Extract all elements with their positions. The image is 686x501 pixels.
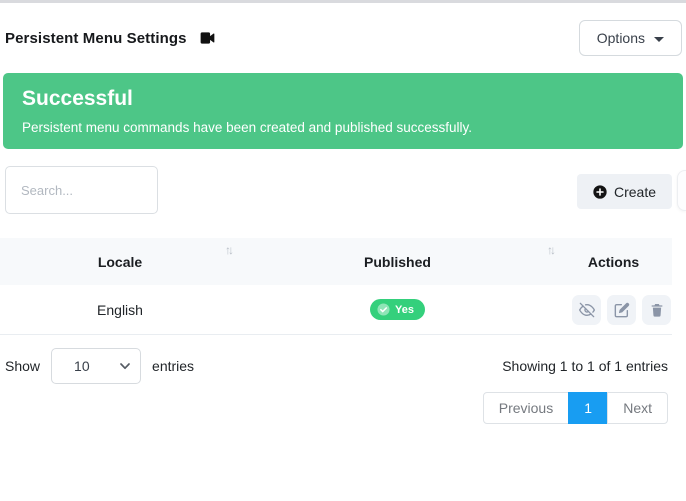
unpublish-button[interactable] bbox=[572, 295, 601, 325]
pencil-square-icon bbox=[614, 302, 630, 318]
table-row: English Yes bbox=[0, 285, 672, 335]
locales-table: Locale ↑↓ Published ↑↓ Actions English Y… bbox=[0, 238, 672, 335]
actions-cell bbox=[555, 295, 672, 325]
table-footer: Show 10 entries Showing 1 to 1 of 1 entr… bbox=[0, 347, 686, 384]
sort-icon: ↑↓ bbox=[225, 243, 231, 257]
options-button[interactable]: Options bbox=[579, 20, 682, 56]
table-toolbar: Create bbox=[0, 166, 686, 226]
published-badge-label: Yes bbox=[395, 304, 414, 316]
page-header: Persistent Menu Settings Options bbox=[0, 3, 686, 58]
previous-page-button[interactable]: Previous bbox=[483, 392, 569, 424]
pagination: Previous 1 Next bbox=[0, 392, 686, 424]
edit-button[interactable] bbox=[607, 295, 636, 325]
alert-message: Persistent menu commands have been creat… bbox=[22, 119, 664, 137]
column-header-actions: Actions bbox=[555, 238, 672, 285]
options-button-label: Options bbox=[597, 30, 645, 46]
plus-circle-icon bbox=[593, 185, 607, 199]
videocam-icon bbox=[198, 29, 216, 47]
entries-label: entries bbox=[152, 358, 194, 374]
published-badge: Yes bbox=[370, 299, 425, 320]
page-1-button[interactable]: 1 bbox=[568, 392, 608, 424]
next-page-button[interactable]: Next bbox=[607, 392, 668, 424]
eye-slash-icon bbox=[579, 302, 595, 318]
locale-cell: English bbox=[0, 302, 240, 318]
table-header-row: Locale ↑↓ Published ↑↓ Actions bbox=[0, 238, 672, 285]
create-button-label: Create bbox=[614, 184, 656, 200]
sort-icon: ↑↓ bbox=[547, 243, 553, 257]
page-size-select[interactable]: 10 bbox=[51, 348, 141, 384]
trash-icon bbox=[649, 302, 665, 318]
results-summary: Showing 1 to 1 of 1 entries bbox=[502, 358, 668, 374]
check-circle-icon bbox=[377, 303, 390, 316]
delete-button[interactable] bbox=[642, 295, 671, 325]
caret-down-icon bbox=[654, 37, 664, 42]
create-button[interactable]: Create bbox=[577, 174, 672, 209]
page-title: Persistent Menu Settings bbox=[5, 30, 187, 47]
search-input[interactable] bbox=[5, 166, 158, 214]
clipped-right-button[interactable] bbox=[677, 170, 686, 211]
success-alert: Successful Persistent menu commands have… bbox=[3, 73, 683, 149]
column-header-published[interactable]: Published ↑↓ bbox=[240, 238, 555, 285]
column-header-locale[interactable]: Locale ↑↓ bbox=[0, 238, 240, 285]
alert-title: Successful bbox=[22, 86, 664, 112]
published-cell: Yes bbox=[240, 299, 555, 320]
show-label: Show bbox=[5, 358, 40, 374]
